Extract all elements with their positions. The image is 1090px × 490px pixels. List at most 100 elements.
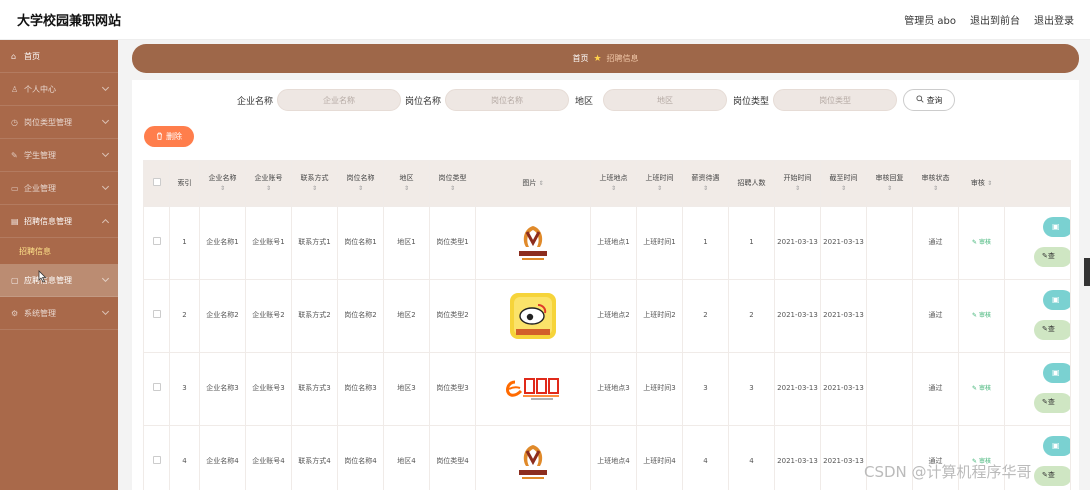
delete-button[interactable]: 删除	[144, 126, 194, 147]
audit-link[interactable]: 审核	[979, 385, 991, 392]
logout-link[interactable]: 退出登录	[1034, 12, 1074, 27]
cell-place: 上班地点1	[590, 206, 637, 280]
view-button[interactable]: ✎ 查	[1034, 393, 1070, 413]
row-select-cell	[143, 352, 170, 426]
column-header[interactable]: 上班地点 ⇕	[590, 160, 637, 207]
delete-button-label: 删除	[166, 132, 182, 141]
column-header-label: 上班地点	[599, 174, 628, 183]
column-header[interactable]: 图片 ⇕	[475, 160, 591, 207]
cell-job: 岗位名称1	[337, 206, 384, 280]
sort-icon: ⇕	[265, 185, 272, 193]
company-logo-cell	[475, 206, 591, 280]
clock-icon: ◷	[11, 117, 18, 127]
cell-company: 企业名称4	[199, 425, 246, 490]
column-header[interactable]: 上班时间 ⇕	[636, 160, 683, 207]
column-header[interactable]: 截至时间 ⇕	[820, 160, 867, 207]
chevron-down-icon	[101, 274, 110, 283]
detail-button[interactable]: ▣	[1043, 217, 1070, 237]
cell-count: 1	[728, 206, 775, 280]
detail-button[interactable]: ▣	[1043, 363, 1070, 383]
column-header[interactable]: 企业账号 ⇕	[245, 160, 292, 207]
table-row[interactable]: 1 企业名称1 企业账号1 联系方式1 岗位名称1 地区1 岗位类型1 上班地点1 上班时间1…	[143, 206, 1071, 280]
audit-link[interactable]: 审核	[979, 312, 991, 319]
column-header[interactable]: 审核状态 ⇕	[912, 160, 959, 207]
cell-status: 通过	[912, 352, 959, 426]
sort-icon: ⇕	[357, 185, 364, 193]
cell-region: 地区4	[383, 425, 430, 490]
sidebar-item-label: 系统管理	[24, 308, 56, 318]
column-header-label: 开始时间	[783, 174, 812, 183]
sidebar-item-system[interactable]: ⚙ 系统管理	[0, 297, 118, 330]
sidebar-item-personal-center[interactable]: ♙ 个人中心	[0, 73, 118, 106]
company-logo-cell	[475, 425, 591, 490]
column-header[interactable]: 薪资待遇 ⇕	[682, 160, 729, 207]
sort-icon: ⇕	[656, 185, 663, 193]
company-logo-cell	[475, 279, 591, 353]
column-header-label: 薪资待遇	[691, 174, 720, 183]
sidebar-item-home[interactable]: ⌂ 首页	[0, 40, 118, 73]
sidebar-item-label: 岗位类型管理	[24, 117, 72, 127]
audit-link[interactable]: 审核	[979, 239, 991, 246]
select-all-checkbox[interactable]	[152, 177, 161, 186]
column-header[interactable]: 审核回复 ⇕	[866, 160, 913, 207]
column-header[interactable]: 企业名称 ⇕	[199, 160, 246, 207]
row-checkbox[interactable]	[152, 236, 161, 245]
detail-icon: ▣	[1052, 222, 1060, 232]
cell-end: 2021-03-13	[820, 206, 867, 280]
row-checkbox[interactable]	[152, 382, 161, 391]
cell-count: 3	[728, 352, 775, 426]
sidebar-item-job-type[interactable]: ◷ 岗位类型管理	[0, 106, 118, 139]
company-name-input[interactable]: 企业名称	[277, 89, 402, 111]
row-checkbox[interactable]	[152, 309, 161, 318]
table-row[interactable]: 3 企业名称3 企业账号3 联系方式3 岗位名称3 地区3 岗位类型3 上班地点3 上班时间3…	[143, 352, 1071, 426]
top-right-links: 管理员 abo 退出到前台 退出登录	[904, 12, 1074, 27]
sidebar-item-companies[interactable]: ▭ 企业管理	[0, 172, 118, 205]
column-header[interactable]: 开始时间 ⇕	[774, 160, 821, 207]
content-panel: 企业名称 企业名称 岗位名称 岗位名称 地区 地区 岗位类型 岗位类型 查询 删…	[132, 80, 1079, 490]
column-header[interactable]: 审核 ⇕	[958, 160, 1005, 207]
sidebar-item-applications[interactable]: ▢ 应聘信息管理	[0, 264, 118, 297]
column-header[interactable]: 地区 ⇕	[383, 160, 430, 207]
detail-button[interactable]: ▣	[1043, 436, 1070, 456]
column-header[interactable]: 岗位类型 ⇕	[429, 160, 476, 207]
cell-start: 2021-03-13	[774, 352, 821, 426]
table-row[interactable]: 2 企业名称2 企业账号2 联系方式2 岗位名称2 地区2 岗位类型2 上班地点2 上班时间2…	[143, 279, 1071, 353]
star-icon: ★	[593, 53, 602, 64]
column-header[interactable]: 联系方式 ⇕	[291, 160, 338, 207]
region-input[interactable]: 地区	[603, 89, 728, 111]
breadcrumb-home[interactable]: 首页	[572, 53, 588, 64]
sort-icon: ⇕	[840, 185, 847, 193]
scrollbar-handle[interactable]	[1084, 258, 1090, 286]
admin-user-link[interactable]: 管理员 abo	[904, 12, 956, 27]
home-icon: ⌂	[11, 51, 17, 61]
search-button-label: 查询	[926, 95, 943, 105]
exit-to-frontend-link[interactable]: 退出到前台	[970, 12, 1020, 27]
cell-end: 2021-03-13	[820, 352, 867, 426]
view-button[interactable]: ✎ 查	[1034, 320, 1070, 340]
list-icon: ▤	[11, 216, 19, 226]
job-name-input[interactable]: 岗位名称	[445, 89, 570, 111]
building-icon: ▭	[11, 183, 19, 193]
operations-cell: ▣ ✎ 查	[1004, 206, 1071, 280]
cell-type: 岗位类型1	[429, 206, 476, 280]
search-button[interactable]: 查询	[903, 89, 956, 111]
job-type-input[interactable]: 岗位类型	[773, 89, 898, 111]
sidebar-item-students[interactable]: ✎ 学生管理	[0, 139, 118, 172]
cell-contact: 联系方式3	[291, 352, 338, 426]
sidebar-item-label: 招聘信息管理	[24, 216, 72, 226]
view-button[interactable]: ✎ 查	[1034, 466, 1070, 486]
job-type-label: 岗位类型	[733, 96, 770, 107]
sort-icon: ⇕	[311, 185, 318, 193]
cell-salary: 1	[682, 206, 729, 280]
detail-button[interactable]: ▣	[1043, 290, 1070, 310]
cell-status: 通过	[912, 206, 959, 280]
alibaba-logo	[477, 373, 590, 405]
row-checkbox[interactable]	[152, 455, 161, 464]
column-header[interactable]: 岗位名称 ⇕	[337, 160, 384, 207]
column-header-label: 截至时间	[829, 174, 858, 183]
view-button[interactable]: ✎ 查	[1034, 247, 1070, 267]
breadcrumb: 首页 ★ 招聘信息	[132, 44, 1079, 73]
sidebar-item-recruitment[interactable]: ▤ 招聘信息管理	[0, 205, 118, 238]
cell-reply	[866, 352, 913, 426]
sidebar-subitem-recruitment-info[interactable]: 招聘信息	[0, 238, 118, 264]
